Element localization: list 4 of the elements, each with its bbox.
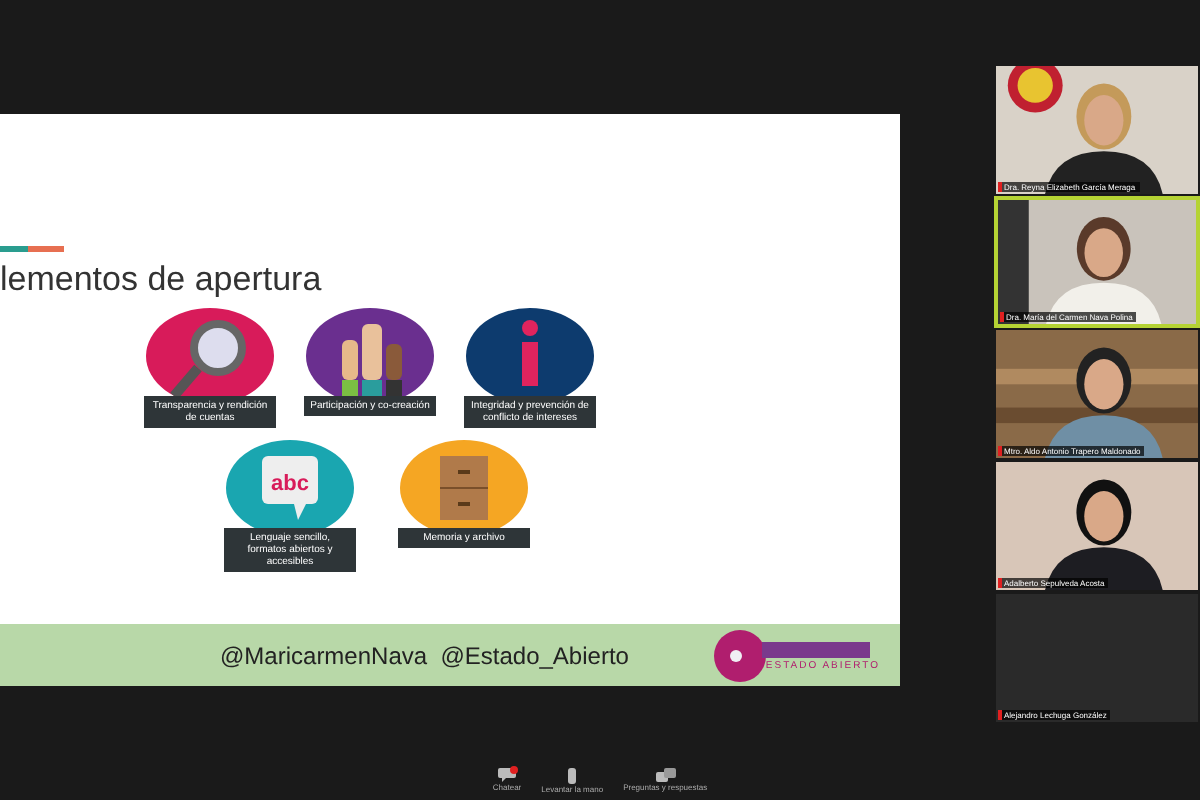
hand-icon — [566, 767, 579, 783]
social-handles: @MaricarmenNava @Estado_Abierto — [220, 639, 629, 673]
chat-bubbles-icon — [655, 768, 676, 782]
slide-title: lementos de apertura — [0, 260, 324, 300]
